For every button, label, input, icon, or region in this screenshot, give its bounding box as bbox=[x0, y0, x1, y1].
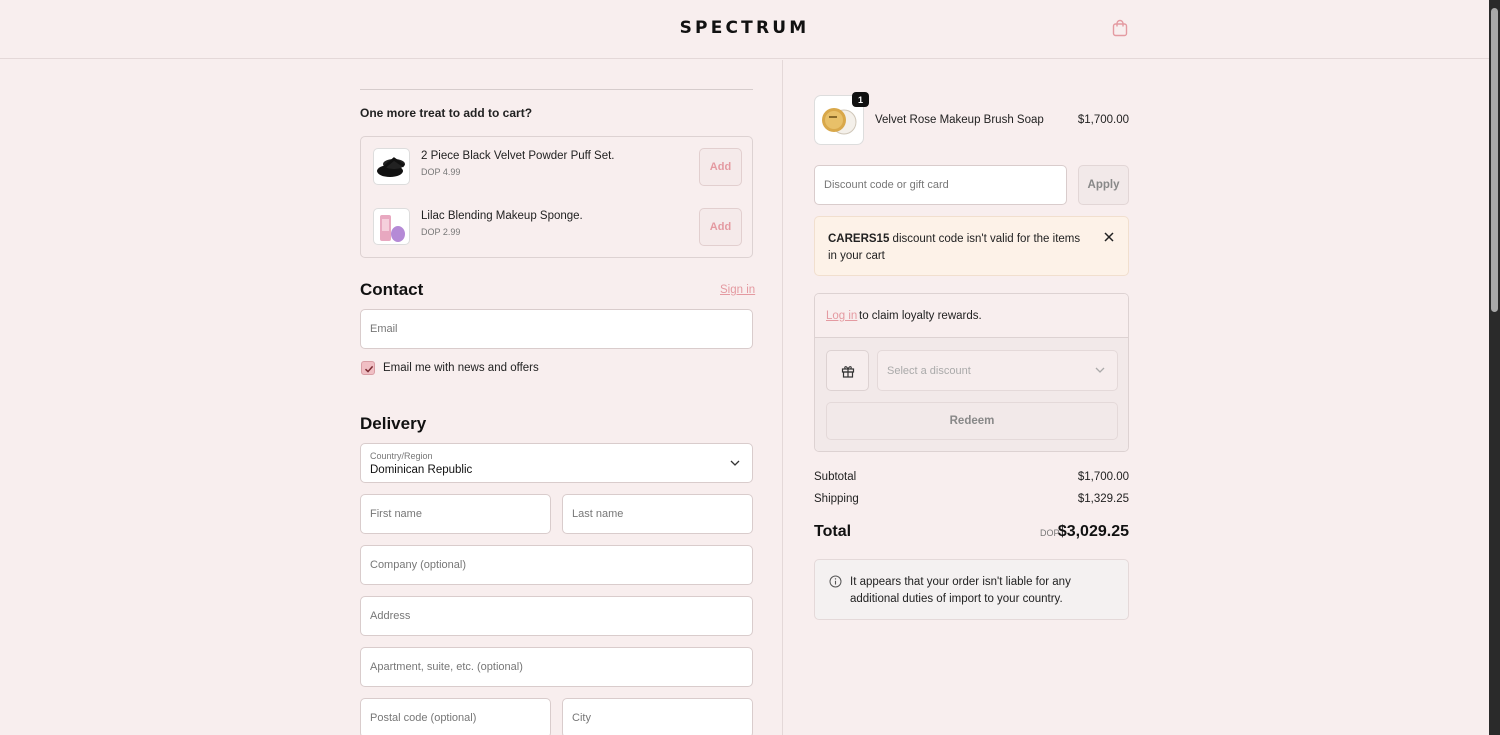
total-value: $3,029.25 bbox=[1057, 523, 1129, 540]
contact-heading: Contact bbox=[360, 280, 424, 299]
apply-button[interactable]: Apply bbox=[1078, 165, 1129, 205]
company-field[interactable]: Company (optional) bbox=[360, 545, 753, 585]
country-label: Country/Region bbox=[370, 451, 433, 461]
newsletter-label: Email me with news and offers bbox=[383, 362, 539, 374]
log-in-link[interactable]: Log in bbox=[826, 310, 857, 322]
scrollbar-thumb[interactable] bbox=[1491, 8, 1498, 312]
company-placeholder: Company (optional) bbox=[370, 559, 466, 571]
discount-error-alert: CARERS15 discount code isn't valid for t… bbox=[814, 216, 1129, 276]
newsletter-checkbox[interactable] bbox=[361, 361, 375, 375]
upsell-item-name: Lilac Blending Makeup Sponge. bbox=[421, 210, 583, 222]
order-summary-column: Velvet Rose Makeup Brush Soap $1,700.00 … bbox=[784, 60, 1489, 735]
add-to-cart-button[interactable]: Add bbox=[699, 208, 742, 246]
makeup-sponge-image bbox=[373, 208, 410, 245]
loyalty-login-row: Log in to claim loyalty rewards. bbox=[815, 294, 1128, 338]
city-field[interactable]: City bbox=[562, 698, 753, 735]
quantity-badge: 1 bbox=[852, 92, 869, 107]
upsell-item-name: 2 Piece Black Velvet Powder Puff Set. bbox=[421, 150, 615, 162]
upsell-title: One more treat to add to cart? bbox=[360, 106, 533, 120]
redeem-button[interactable]: Redeem bbox=[826, 402, 1118, 440]
total-currency: DOP bbox=[1040, 528, 1060, 538]
info-text: It appears that your order isn't liable … bbox=[850, 576, 1071, 605]
city-placeholder: City bbox=[572, 712, 591, 724]
postal-code-placeholder: Postal code (optional) bbox=[370, 712, 477, 724]
upsell-item-price: DOP 4.99 bbox=[421, 167, 461, 177]
store-logo[interactable]: SPECTRUM bbox=[0, 18, 1489, 38]
upsell-item: 2 Piece Black Velvet Powder Puff Set. DO… bbox=[373, 148, 742, 186]
address-placeholder: Address bbox=[370, 610, 411, 622]
upsell-item-price: DOP 2.99 bbox=[421, 227, 461, 237]
loyalty-rewards-panel: Log in to claim loyalty rewards. Select … bbox=[814, 293, 1129, 452]
checkmark-icon bbox=[364, 365, 374, 373]
apartment-placeholder: Apartment, suite, etc. (optional) bbox=[370, 661, 523, 673]
first-name-field[interactable]: First name bbox=[360, 494, 551, 534]
country-value: Dominican Republic bbox=[370, 464, 473, 476]
loyalty-text: to claim loyalty rewards. bbox=[859, 310, 982, 322]
subtotal-label: Subtotal bbox=[814, 471, 857, 483]
country-select[interactable]: Country/Region Dominican Republic bbox=[360, 443, 753, 483]
shipping-label: Shipping bbox=[814, 493, 859, 505]
discount-code-field[interactable]: Discount code or gift card bbox=[814, 165, 1067, 205]
last-name-placeholder: Last name bbox=[572, 508, 624, 520]
upsell-item: Lilac Blending Makeup Sponge. DOP 2.99 A… bbox=[373, 208, 742, 246]
gift-button[interactable] bbox=[826, 350, 869, 391]
product-name: Velvet Rose Makeup Brush Soap bbox=[875, 114, 1044, 126]
powder-puff-image bbox=[373, 148, 410, 185]
checkout-form-column: One more treat to add to cart? 2 Piece B… bbox=[0, 60, 783, 735]
delivery-heading: Delivery bbox=[360, 414, 427, 433]
chevron-down-icon bbox=[1095, 367, 1105, 373]
divider bbox=[360, 89, 753, 90]
shipping-row: Shipping $1,329.25 bbox=[814, 493, 1129, 505]
select-discount-dropdown[interactable]: Select a discount bbox=[877, 350, 1118, 391]
shopping-bag-icon[interactable] bbox=[1111, 19, 1129, 37]
first-name-placeholder: First name bbox=[370, 508, 422, 520]
discount-code: CARERS15 bbox=[828, 233, 890, 245]
gift-icon bbox=[841, 366, 855, 378]
email-placeholder: Email bbox=[370, 323, 398, 335]
address-field[interactable]: Address bbox=[360, 596, 753, 636]
import-duties-notice: It appears that your order isn't liable … bbox=[814, 559, 1129, 620]
alert-message: CARERS15 discount code isn't valid for t… bbox=[828, 231, 1090, 264]
last-name-field[interactable]: Last name bbox=[562, 494, 753, 534]
total-label: Total bbox=[814, 523, 852, 540]
close-icon[interactable] bbox=[1103, 231, 1115, 243]
product-price: $1,700.00 bbox=[1077, 114, 1129, 126]
add-to-cart-button[interactable]: Add bbox=[699, 148, 742, 186]
chevron-down-icon bbox=[730, 460, 740, 466]
discount-placeholder: Discount code or gift card bbox=[824, 179, 949, 191]
subtotal-value: $1,700.00 bbox=[1077, 471, 1129, 483]
sign-in-link[interactable]: Sign in bbox=[720, 284, 755, 296]
subtotal-row: Subtotal $1,700.00 bbox=[814, 471, 1129, 483]
upsell-list: 2 Piece Black Velvet Powder Puff Set. DO… bbox=[360, 136, 753, 258]
postal-code-field[interactable]: Postal code (optional) bbox=[360, 698, 551, 735]
site-header: SPECTRUM bbox=[0, 0, 1489, 59]
apartment-field[interactable]: Apartment, suite, etc. (optional) bbox=[360, 647, 753, 687]
loyalty-redeem-area: Select a discount Redeem bbox=[815, 338, 1128, 451]
shipping-value: $1,329.25 bbox=[1077, 493, 1129, 505]
email-field[interactable]: Email bbox=[360, 309, 753, 349]
select-discount-placeholder: Select a discount bbox=[887, 365, 971, 377]
scrollbar[interactable] bbox=[1489, 0, 1500, 735]
info-icon bbox=[829, 575, 842, 588]
